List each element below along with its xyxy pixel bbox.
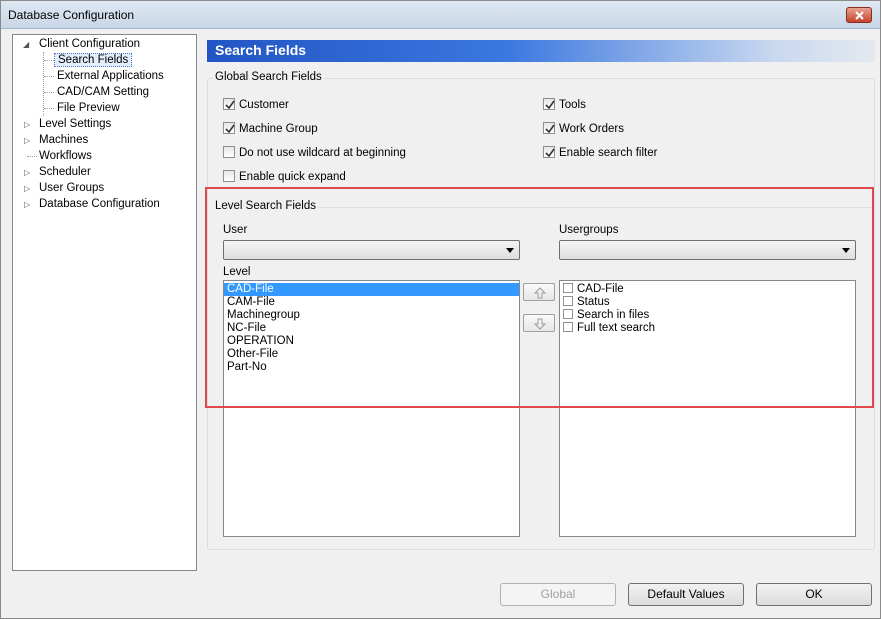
checkbox-box[interactable] (543, 98, 555, 110)
tree-item-level-settings[interactable]: ▷ Level Settings (23, 117, 113, 132)
tree-item-database-configuration[interactable]: ▷ Database Configuration (23, 197, 162, 212)
tree-item-label: File Preview (57, 102, 120, 114)
highlight-box (205, 187, 874, 408)
tree-item-scheduler[interactable]: ▷ Scheduler (23, 165, 93, 180)
checkbox-search-filter[interactable]: Enable search filter (543, 145, 657, 161)
checkbox-box[interactable] (223, 122, 235, 134)
collapsed-arrow-icon[interactable]: ▷ (24, 197, 30, 212)
tree-guide-line (44, 76, 54, 77)
tree-guide-line (44, 108, 54, 109)
close-button[interactable] (846, 7, 872, 23)
tree-item-workflows[interactable]: Workflows (23, 149, 94, 164)
checkbox-label: Tools (559, 99, 586, 111)
window-title: Database Configuration (8, 8, 135, 22)
section-header: Search Fields (207, 40, 875, 62)
tree-item-label: Workflows (39, 150, 92, 162)
tree-item-label: Client Configuration (39, 38, 141, 50)
collapsed-arrow-icon[interactable]: ▷ (24, 181, 30, 196)
collapsed-arrow-icon[interactable]: ▷ (24, 165, 30, 180)
checkbox-label: Machine Group (239, 123, 318, 135)
default-values-button[interactable]: Default Values (628, 583, 744, 606)
tree-item-user-groups[interactable]: ▷ User Groups (23, 181, 106, 196)
checkbox-box[interactable] (223, 98, 235, 110)
tree-item-label: Search Fields (54, 53, 133, 67)
close-icon (855, 11, 864, 20)
tree-item-search-fields[interactable]: Search Fields (54, 53, 133, 68)
checkbox-no-wildcard[interactable]: Do not use wildcard at beginning (223, 145, 406, 161)
settings-tree: ◢ Client Configuration Search Fields Ext… (12, 34, 197, 571)
checkmark-icon (545, 148, 555, 158)
checkbox-machine-group[interactable]: Machine Group (223, 121, 318, 137)
checkbox-quick-expand[interactable]: Enable quick expand (223, 169, 346, 185)
tree-item-label: Level Settings (39, 118, 112, 130)
global-search-legend: Global Search Fields (213, 71, 324, 83)
checkbox-label: Customer (239, 99, 289, 111)
tree-item-cad-cam-setting[interactable]: CAD/CAM Setting (55, 85, 151, 100)
tree-item-label: Database Configuration (39, 198, 160, 210)
checkbox-label: Work Orders (559, 123, 624, 135)
database-configuration-window: Database Configuration ◢ Client Configur… (0, 0, 881, 619)
section-title: Search Fields (215, 42, 307, 58)
expanded-arrow-icon[interactable]: ◢ (23, 37, 29, 52)
tree-item-file-preview[interactable]: File Preview (55, 101, 122, 116)
collapsed-arrow-icon[interactable]: ▷ (24, 117, 30, 132)
checkbox-tools[interactable]: Tools (543, 97, 586, 113)
checkmark-icon (545, 124, 555, 134)
checkmark-icon (225, 124, 235, 134)
tree-item-label: User Groups (39, 182, 105, 194)
checkbox-box[interactable] (223, 170, 235, 182)
collapsed-arrow-icon[interactable]: ▷ (24, 133, 30, 148)
checkbox-work-orders[interactable]: Work Orders (543, 121, 624, 137)
tree-item-label: Scheduler (39, 166, 91, 178)
tree-item-label: CAD/CAM Setting (57, 86, 150, 98)
tree-item-external-applications[interactable]: External Applications (55, 69, 166, 84)
title-bar: Database Configuration (1, 1, 880, 29)
tree-item-machines[interactable]: ▷ Machines (23, 133, 90, 148)
checkmark-icon (545, 100, 555, 110)
global-button[interactable]: Global (500, 583, 616, 606)
ok-button[interactable]: OK (756, 583, 872, 606)
tree-item-label: Machines (39, 134, 89, 146)
checkbox-label: Enable search filter (559, 147, 658, 159)
checkbox-label: Do not use wildcard at beginning (239, 147, 406, 159)
tree-guide-line (43, 52, 44, 116)
checkbox-box[interactable] (543, 146, 555, 158)
tree-item-client-configuration[interactable]: ◢ Client Configuration (23, 37, 142, 52)
checkmark-icon (225, 100, 235, 110)
tree-guide-line (44, 60, 54, 61)
tree-guide-line (44, 92, 54, 93)
checkbox-box[interactable] (223, 146, 235, 158)
tree-item-label: External Applications (57, 70, 164, 82)
checkbox-box[interactable] (543, 122, 555, 134)
checkbox-label: Enable quick expand (239, 171, 346, 183)
checkbox-customer[interactable]: Customer (223, 97, 289, 113)
